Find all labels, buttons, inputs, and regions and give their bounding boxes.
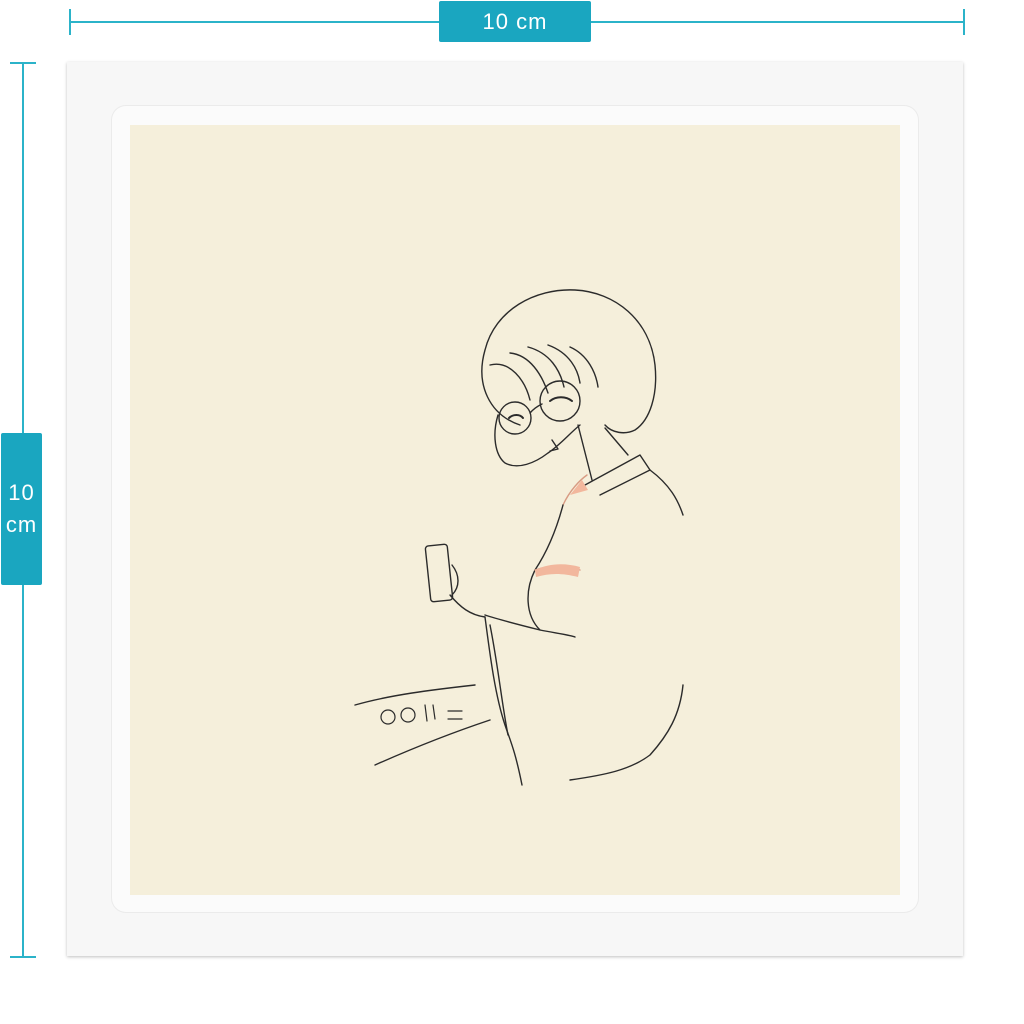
kimono-collar (584, 454, 651, 496)
width-dimension-label: 10 cm (439, 1, 591, 42)
kimono-lower (569, 684, 684, 781)
face-outline (494, 414, 581, 467)
signature-lettering (380, 704, 463, 725)
kimono-sleeve-top (484, 614, 576, 638)
height-dimension-label: 10 cm (1, 433, 42, 585)
phone-icon (424, 543, 454, 603)
width-dimension-cap-right (963, 9, 965, 35)
glasses-left-lens (498, 401, 532, 435)
hand (449, 564, 486, 618)
eye-left (508, 414, 524, 419)
kimono-sleeve-inner (489, 624, 509, 736)
hair-outline (481, 289, 657, 434)
hair-bangs (489, 344, 599, 401)
height-dimension-value: 10 (8, 480, 35, 505)
glasses-right-lens (539, 380, 581, 422)
height-dimension-unit: cm (5, 512, 38, 537)
height-dimension-cap-top (10, 62, 36, 64)
sticker-artwork (130, 125, 900, 895)
glasses-bridge (529, 403, 543, 414)
girl-with-glasses-illustration (354, 289, 684, 786)
width-dimension-cap-left (69, 9, 71, 35)
kimono-sleeve (484, 616, 523, 786)
eye-right (549, 396, 573, 402)
sticker-card (67, 62, 963, 956)
height-dimension-cap-bottom (10, 956, 36, 958)
kimono-back (649, 469, 684, 516)
signature-swoosh (354, 684, 491, 766)
